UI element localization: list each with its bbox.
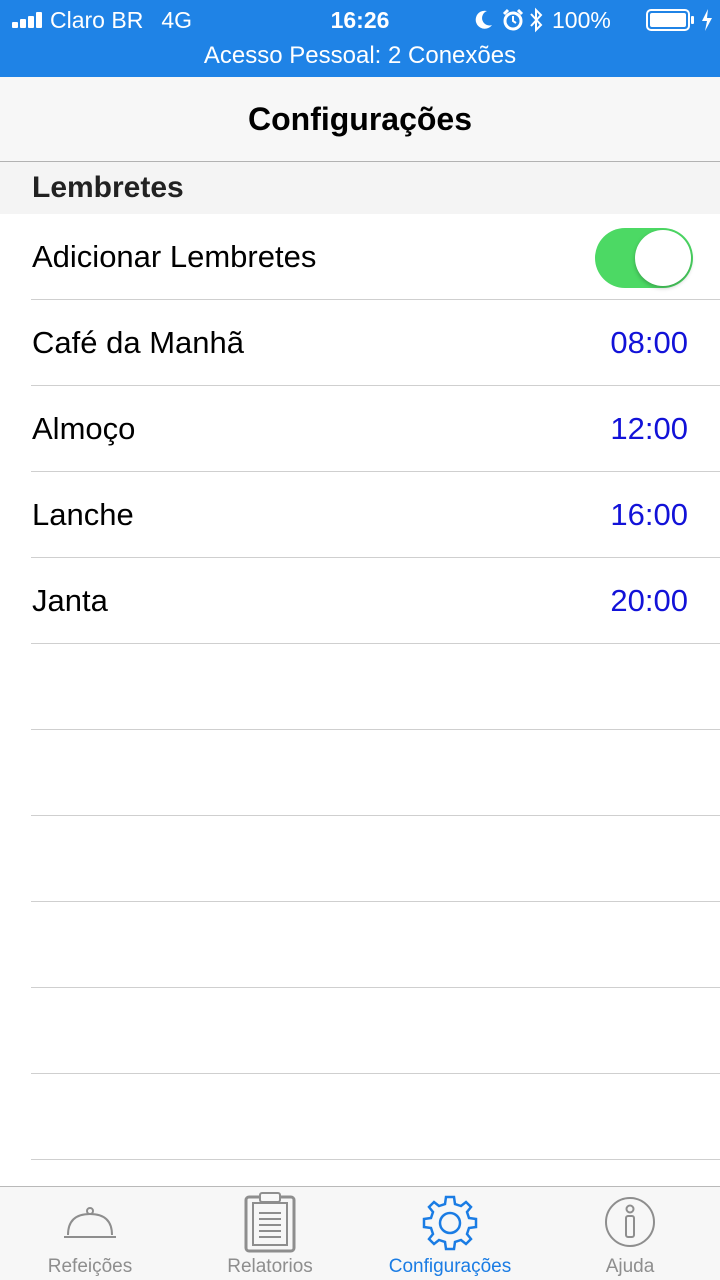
row-separator [31, 1159, 720, 1160]
empty-row [0, 730, 720, 816]
battery-percentage: 100% [552, 7, 611, 33]
reminder-row-breakfast[interactable]: Café da Manhã 08:00 [0, 300, 720, 386]
navigation-bar: Configurações [0, 77, 720, 162]
tab-label: Refeições [47, 1256, 133, 1277]
toggle-label: Adicionar Lembretes [32, 239, 317, 274]
reminder-label: Janta [32, 583, 108, 618]
section-title-reminders: Lembretes [32, 171, 184, 204]
status-row: Claro BR 4G 16:26 100% [0, 0, 720, 38]
moon-icon [475, 10, 492, 29]
reminder-label: Café da Manhã [32, 325, 244, 360]
tab-bar: Refeições Relatorios Configurações Ajuda [0, 1186, 720, 1280]
empty-row [0, 902, 720, 988]
reminder-label: Lanche [32, 497, 134, 532]
reminder-time[interactable]: 20:00 [610, 558, 688, 644]
empty-row [0, 1074, 720, 1160]
settings-table: Adicionar Lembretes Café da Manhã 08:00 … [0, 214, 720, 1160]
toggle-knob [635, 230, 691, 286]
empty-row [0, 816, 720, 902]
battery-icon [646, 9, 694, 31]
charging-bolt-icon [702, 9, 712, 31]
add-reminders-toggle[interactable] [595, 228, 693, 288]
tab-relatorios[interactable]: Relatorios [180, 1187, 360, 1280]
reminder-label: Almoço [32, 411, 136, 446]
page-title: Configurações [247, 101, 473, 137]
reminder-row-lunch[interactable]: Almoço 12:00 [0, 386, 720, 472]
tab-refeicoes[interactable]: Refeições [0, 1187, 180, 1280]
reminder-time[interactable]: 16:00 [610, 472, 688, 558]
reminder-time[interactable]: 12:00 [610, 386, 688, 472]
info-icon [605, 1197, 655, 1247]
section-header: Lembretes [0, 162, 720, 214]
status-icons: 100% [475, 5, 720, 35]
empty-row [0, 644, 720, 730]
personal-hotspot-banner[interactable]: Acesso Pessoal: 2 Conexões [0, 41, 720, 71]
reminder-row-dinner[interactable]: Janta 20:00 [0, 558, 720, 644]
reminder-row-snack[interactable]: Lanche 16:00 [0, 472, 720, 558]
empty-row [0, 988, 720, 1074]
toggle-row-add-reminders: Adicionar Lembretes [0, 214, 720, 300]
bluetooth-icon [530, 7, 543, 33]
reminder-time[interactable]: 08:00 [610, 300, 688, 386]
app-screen: Claro BR 4G 16:26 100% Acesso Pessoal: 2… [0, 0, 720, 1280]
tab-label: Ajuda [605, 1256, 655, 1277]
tab-label: Configurações [388, 1256, 512, 1277]
gear-icon [422, 1195, 478, 1251]
clipboard-icon [244, 1192, 296, 1253]
food-cloche-icon [64, 1207, 116, 1238]
tab-label: Relatorios [227, 1256, 313, 1277]
alarm-icon [502, 8, 524, 31]
status-bar: Claro BR 4G 16:26 100% Acesso Pessoal: 2… [0, 0, 720, 77]
tab-ajuda[interactable]: Ajuda [540, 1187, 720, 1280]
tab-configuracoes[interactable]: Configurações [360, 1187, 540, 1280]
